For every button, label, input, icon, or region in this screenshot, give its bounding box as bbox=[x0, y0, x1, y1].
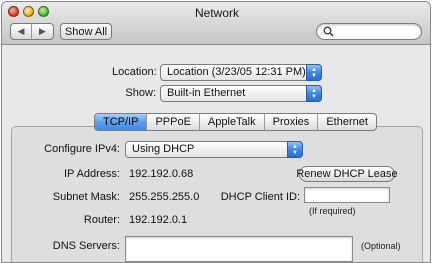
location-value: Location (3/23/05 12:31 PM) bbox=[167, 66, 306, 78]
tab-proxies[interactable]: Proxies bbox=[265, 114, 319, 130]
show-value: Built-in Ethernet bbox=[167, 87, 246, 99]
back-arrow-icon[interactable]: ◀ bbox=[11, 24, 32, 39]
tab-ethernet[interactable]: Ethernet bbox=[318, 114, 376, 130]
show-popup[interactable]: Built-in Ethernet ▲ ▼ bbox=[160, 85, 322, 102]
search-icon bbox=[323, 26, 334, 37]
ip-address-label: IP Address: bbox=[63, 168, 120, 180]
back-forward-control: ◀ ▶ bbox=[10, 23, 54, 40]
tab-bar: TCP/IP PPPoE AppleTalk Proxies Ethernet bbox=[94, 113, 377, 131]
location-label: Location: bbox=[112, 66, 157, 78]
dns-optional-note: (Optional) bbox=[361, 241, 401, 251]
subnet-mask-value: 255.255.255.0 bbox=[129, 191, 200, 203]
router-value: 192.192.0.1 bbox=[129, 214, 188, 226]
tab-appletalk[interactable]: AppleTalk bbox=[200, 114, 265, 130]
tab-tcpip[interactable]: TCP/IP bbox=[95, 114, 148, 130]
router-label: Router: bbox=[83, 214, 120, 226]
dns-servers-field[interactable] bbox=[125, 236, 353, 262]
window-title: Network bbox=[194, 6, 239, 20]
popup-arrows-icon: ▲ ▼ bbox=[306, 64, 322, 81]
location-popup[interactable]: Location (3/23/05 12:31 PM) ▲ ▼ bbox=[160, 64, 322, 81]
popup-arrows-icon: ▲ ▼ bbox=[287, 141, 303, 158]
dhcp-client-id-label: DHCP Client ID: bbox=[220, 191, 300, 203]
subnet-mask-label: Subnet Mask: bbox=[52, 191, 120, 203]
dns-servers-label: DNS Servers: bbox=[52, 240, 120, 252]
ip-address-value: 192.192.0.68 bbox=[129, 168, 194, 180]
search-field[interactable] bbox=[316, 23, 422, 40]
show-all-button[interactable]: Show All bbox=[60, 23, 112, 40]
tab-pppoe[interactable]: PPPoE bbox=[147, 114, 200, 130]
configure-ipv4-popup[interactable]: Using DHCP ▲ ▼ bbox=[125, 141, 303, 158]
client-id-note: (If required) bbox=[309, 206, 356, 216]
toolbar: Network ◀ ▶ Show All bbox=[2, 2, 430, 45]
forward-arrow-icon[interactable]: ▶ bbox=[32, 24, 53, 39]
popup-arrows-icon: ▲ ▼ bbox=[306, 85, 322, 102]
configure-ipv4-value: Using DHCP bbox=[132, 143, 195, 155]
dhcp-client-id-field[interactable] bbox=[304, 187, 390, 203]
network-window: Network ◀ ▶ Show All Location: Location … bbox=[1, 1, 431, 263]
show-label: Show: bbox=[125, 87, 156, 99]
renew-dhcp-lease-button[interactable]: Renew DHCP Lease bbox=[296, 166, 398, 182]
configure-ipv4-label: Configure IPv4: bbox=[44, 143, 120, 155]
